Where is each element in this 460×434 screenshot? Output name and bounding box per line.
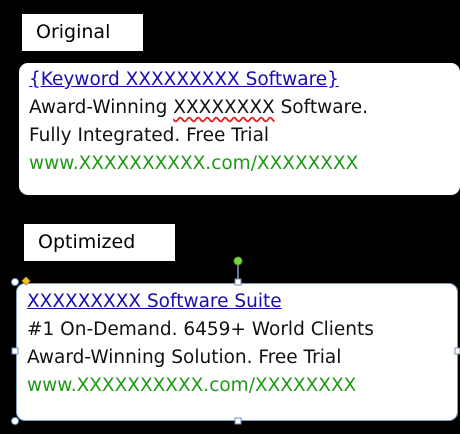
original-desc-line1-end: Software. [274,97,369,118]
original-ad-display-url: www.XXXXXXXXXX.com/XXXXXXXX [29,153,359,174]
optimized-ad-desc-line2: Award-Winning Solution. Free Trial [27,347,342,368]
original-ad-box[interactable]: {Keyword XXXXXXXXX Software} Award-Winni… [19,63,460,195]
original-label-text: Original [36,21,111,43]
optimized-ad-display-url: www.XXXXXXXXXX.com/XXXXXXXX [27,375,357,396]
original-ad-headline[interactable]: {Keyword XXXXXXXXX Software} [29,66,450,94]
optimized-ad-box[interactable]: XXXXXXXXX Software Suite #1 On-Demand. 6… [16,283,458,421]
original-ad-desc-line2: Fully Integrated. Free Trial [29,125,270,146]
optimized-label-text: Optimized [38,231,136,253]
optimized-ad-desc-line1: #1 On-Demand. 6459+ World Clients [27,319,374,340]
original-label: Original [22,14,143,51]
original-desc-line1-start: Award-Winning [29,97,174,118]
rotate-handle-icon[interactable] [233,256,243,266]
optimized-ad-headline[interactable]: XXXXXXXXX Software Suite [27,288,447,316]
spellcheck-flagged-word: XXXXXXXX [173,97,275,118]
resize-handle-top-left[interactable] [11,278,19,286]
original-ad-desc-line1: Award-Winning XXXXXXXX Software. [29,94,450,122]
optimized-label: Optimized [24,224,175,261]
resize-handle-bottom-left[interactable] [11,417,19,425]
